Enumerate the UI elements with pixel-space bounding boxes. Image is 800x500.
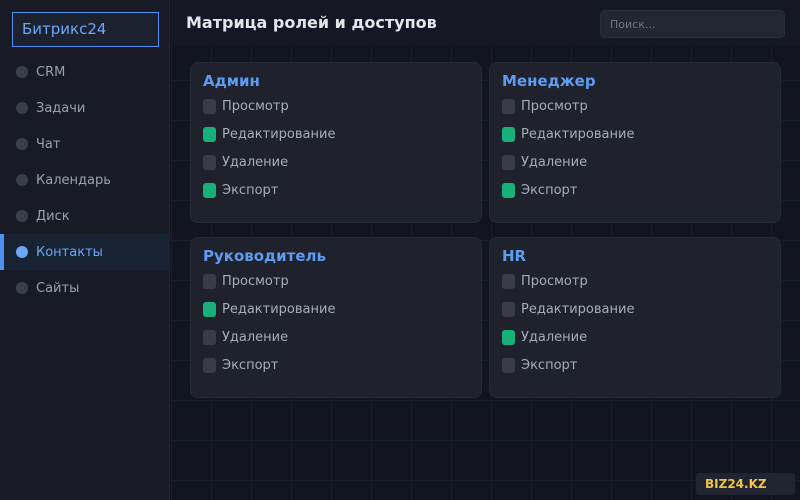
- permission-row[interactable]: Просмотр: [203, 92, 481, 120]
- permission-row[interactable]: Удаление: [203, 323, 481, 351]
- nav-dot-icon: [16, 138, 28, 150]
- sidebar-item-calendar[interactable]: Календарь: [0, 162, 170, 198]
- permission-row[interactable]: Экспорт: [502, 351, 780, 379]
- permission-label: Удаление: [521, 154, 588, 170]
- permission-label: Экспорт: [521, 357, 578, 373]
- page-header: Матрица ролей и доступов: [171, 0, 800, 46]
- page-title: Матрица ролей и доступов: [186, 13, 437, 32]
- role-title: Менеджер: [502, 72, 596, 90]
- permission-row[interactable]: Экспорт: [502, 176, 780, 204]
- permission-label: Редактирование: [521, 126, 635, 142]
- permission-checkbox[interactable]: [203, 329, 216, 345]
- permission-row[interactable]: Редактирование: [502, 120, 780, 148]
- sidebar-item-label: Чат: [36, 136, 61, 152]
- permission-row[interactable]: Редактирование: [203, 295, 481, 323]
- nav-dot-icon: [16, 246, 28, 258]
- permission-label: Экспорт: [222, 182, 279, 198]
- role-card-hr: HR Просмотр Редактирование Удаление Эксп…: [489, 237, 781, 398]
- sidebar-item-label: CRM: [36, 64, 66, 80]
- sidebar-item-contacts[interactable]: Контакты: [0, 234, 170, 270]
- permission-row[interactable]: Редактирование: [502, 295, 780, 323]
- nav-dot-icon: [16, 102, 28, 114]
- search-input[interactable]: [600, 10, 785, 38]
- permission-checkbox[interactable]: [203, 273, 216, 289]
- role-card-head: Руководитель Просмотр Редактирование Уда…: [190, 237, 482, 398]
- permission-checkbox[interactable]: [502, 273, 515, 289]
- sidebar: Битрикс24 CRM Задачи Чат Календарь Диск: [0, 0, 170, 500]
- sidebar-item-tasks[interactable]: Задачи: [0, 90, 170, 126]
- role-title: Админ: [203, 72, 260, 90]
- permission-label: Просмотр: [521, 98, 588, 114]
- permission-label: Редактирование: [222, 126, 336, 142]
- permission-row[interactable]: Удаление: [203, 148, 481, 176]
- permission-checkbox[interactable]: [502, 98, 515, 114]
- permission-row[interactable]: Просмотр: [502, 267, 780, 295]
- app-window: Битрикс24 CRM Задачи Чат Календарь Диск: [0, 0, 800, 500]
- permission-row[interactable]: Просмотр: [502, 92, 780, 120]
- sidebar-item-label: Диск: [36, 208, 70, 224]
- permission-checkbox[interactable]: [203, 357, 216, 373]
- permission-label: Удаление: [521, 329, 588, 345]
- nav-dot-icon: [16, 66, 28, 78]
- sidebar-item-sites[interactable]: Сайты: [0, 270, 170, 306]
- permission-checkbox[interactable]: [203, 182, 216, 198]
- app-logo[interactable]: Битрикс24: [12, 12, 159, 47]
- permission-row[interactable]: Удаление: [502, 148, 780, 176]
- permission-row[interactable]: Экспорт: [203, 176, 481, 204]
- permission-label: Экспорт: [222, 357, 279, 373]
- permission-label: Просмотр: [222, 273, 289, 289]
- permission-checkbox[interactable]: [203, 126, 216, 142]
- permission-label: Удаление: [222, 154, 289, 170]
- role-card-manager: Менеджер Просмотр Редактирование Удалени…: [489, 62, 781, 223]
- permission-checkbox[interactable]: [502, 301, 515, 317]
- permission-checkbox[interactable]: [502, 182, 515, 198]
- sidebar-item-crm[interactable]: CRM: [0, 54, 170, 90]
- permission-label: Редактирование: [222, 301, 336, 317]
- sidebar-item-label: Сайты: [36, 280, 80, 296]
- nav-dot-icon: [16, 174, 28, 186]
- permission-row[interactable]: Редактирование: [203, 120, 481, 148]
- role-title: HR: [502, 247, 527, 265]
- permission-label: Просмотр: [222, 98, 289, 114]
- main-content: Матрица ролей и доступов Админ Просмотр …: [171, 0, 800, 500]
- role-card-admin: Админ Просмотр Редактирование Удаление Э…: [190, 62, 482, 223]
- permission-label: Просмотр: [521, 273, 588, 289]
- permission-label: Экспорт: [521, 182, 578, 198]
- permission-label: Удаление: [222, 329, 289, 345]
- sidebar-item-disk[interactable]: Диск: [0, 198, 170, 234]
- permission-checkbox[interactable]: [203, 154, 216, 170]
- brand-badge: BIZ24.KZ: [696, 473, 795, 495]
- permission-row[interactable]: Экспорт: [203, 351, 481, 379]
- sidebar-nav: CRM Задачи Чат Календарь Диск Контакты С…: [0, 54, 170, 306]
- permission-row[interactable]: Просмотр: [203, 267, 481, 295]
- permission-checkbox[interactable]: [203, 301, 216, 317]
- permission-checkbox[interactable]: [502, 357, 515, 373]
- role-title: Руководитель: [203, 247, 327, 265]
- permission-checkbox[interactable]: [502, 329, 515, 345]
- nav-dot-icon: [16, 282, 28, 294]
- permission-checkbox[interactable]: [502, 154, 515, 170]
- sidebar-item-chat[interactable]: Чат: [0, 126, 170, 162]
- sidebar-item-label: Задачи: [36, 100, 86, 116]
- permission-label: Редактирование: [521, 301, 635, 317]
- permission-checkbox[interactable]: [502, 126, 515, 142]
- sidebar-item-label: Контакты: [36, 244, 103, 260]
- permission-row[interactable]: Удаление: [502, 323, 780, 351]
- nav-dot-icon: [16, 210, 28, 222]
- permission-checkbox[interactable]: [203, 98, 216, 114]
- sidebar-item-label: Календарь: [36, 172, 111, 188]
